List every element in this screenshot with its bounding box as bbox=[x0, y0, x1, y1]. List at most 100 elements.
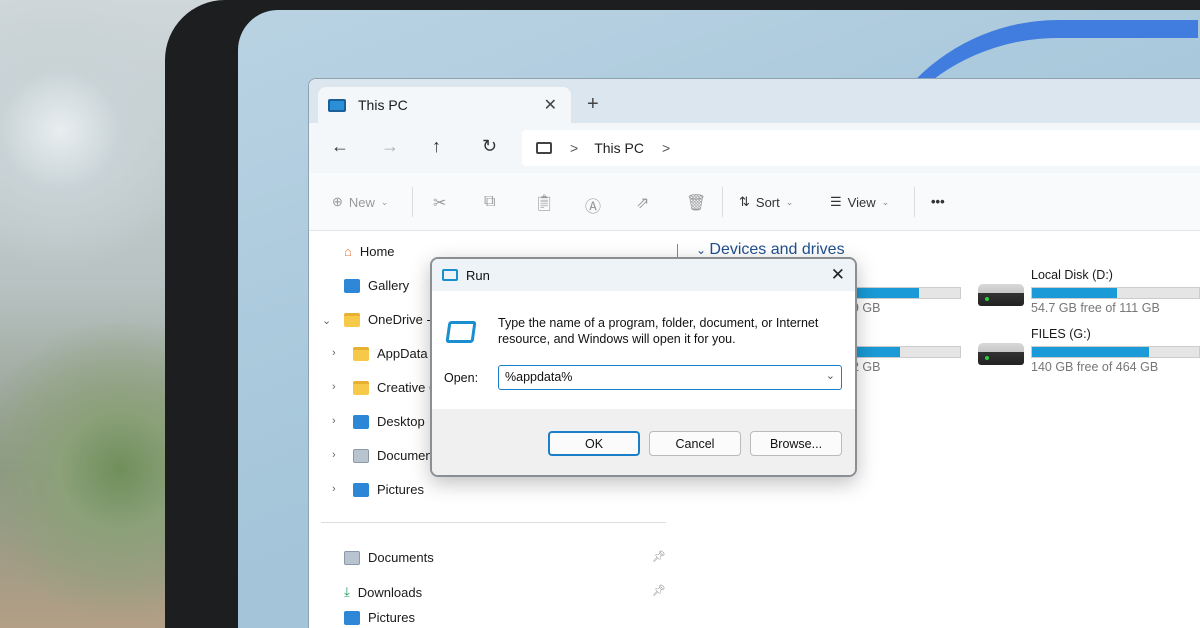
rename-icon[interactable]: Ⓐ bbox=[585, 193, 601, 217]
run-title: Run bbox=[466, 267, 490, 283]
refresh-button[interactable]: ↻ bbox=[482, 136, 497, 157]
chevron-down-icon[interactable]: ⌄ bbox=[826, 369, 835, 382]
up-button[interactable]: ↑ bbox=[432, 136, 441, 157]
drive-usage-fill bbox=[851, 288, 919, 298]
quick-access-documents[interactable]: Documents bbox=[344, 550, 434, 565]
chevron-down-icon[interactable]: ⌄ bbox=[322, 314, 331, 327]
label: Desktop bbox=[377, 414, 425, 429]
folder-icon bbox=[344, 312, 360, 327]
view-icon: ☰ bbox=[830, 194, 842, 209]
quick-access-pictures[interactable]: Pictures bbox=[344, 610, 415, 625]
hard-drive-icon[interactable] bbox=[978, 284, 1024, 306]
sidebar-item-onedrive[interactable]: OneDrive - bbox=[344, 312, 431, 327]
divider bbox=[722, 187, 723, 217]
gallery-icon bbox=[344, 278, 360, 293]
sidebar-item-creative[interactable]: Creative C bbox=[353, 380, 438, 395]
label: Gallery bbox=[368, 278, 410, 293]
label: Documents bbox=[368, 550, 434, 565]
home-icon: ⌂ bbox=[344, 244, 352, 259]
folder-icon bbox=[353, 380, 369, 395]
share-icon[interactable]: ⇗ bbox=[636, 193, 649, 213]
drive-usage-fill bbox=[1032, 288, 1118, 298]
run-footer: OK Cancel Browse... bbox=[432, 409, 855, 475]
chevron-right-icon[interactable]: › bbox=[332, 381, 336, 393]
sidebar-item-gallery[interactable]: Gallery bbox=[344, 278, 409, 293]
sidebar-item-documents[interactable]: Documen bbox=[353, 448, 433, 463]
run-description: Type the name of a program, folder, docu… bbox=[498, 316, 819, 346]
tab-bar: This PC ✕ + bbox=[309, 79, 1200, 123]
drive-usage-bar bbox=[850, 346, 961, 358]
computer-icon bbox=[536, 142, 552, 154]
label: AppData bbox=[377, 346, 428, 361]
open-label: Open: bbox=[444, 371, 479, 385]
sidebar-item-desktop[interactable]: Desktop bbox=[353, 414, 425, 429]
desktop-icon bbox=[353, 414, 369, 429]
label: Documen bbox=[377, 448, 433, 463]
copy-icon[interactable]: ⧉ bbox=[484, 193, 495, 211]
divider bbox=[412, 187, 413, 217]
documents-icon bbox=[344, 550, 360, 565]
ok-button[interactable]: OK bbox=[548, 431, 640, 456]
more-options-button[interactable]: ••• bbox=[931, 194, 945, 209]
new-tab-button[interactable]: + bbox=[587, 93, 599, 116]
breadcrumb-this-pc[interactable]: This PC bbox=[594, 140, 644, 156]
run-dialog: Run ✕ Type the name of a program, folder… bbox=[430, 257, 857, 477]
run-title-bar[interactable]: Run ✕ bbox=[432, 259, 855, 291]
divider bbox=[914, 187, 915, 217]
back-button[interactable]: ← bbox=[331, 136, 349, 157]
plus-circle-icon: ⊕ bbox=[332, 194, 343, 209]
address-bar[interactable]: > This PC > bbox=[522, 130, 1200, 166]
pin-icon[interactable]: 📌︎ bbox=[652, 550, 666, 563]
divider bbox=[321, 522, 666, 523]
quick-access-downloads[interactable]: ⤓ Downloads bbox=[344, 584, 422, 600]
open-input-value: %appdata% bbox=[505, 370, 573, 384]
command-bar: ⊕ New ⌄ ✂ ⧉ 📋︎ Ⓐ ⇗ 🗑︎ ⇅ Sort ⌄ ☰ View ⌄ ••• bbox=[309, 173, 1200, 231]
sort-icon: ⇅ bbox=[739, 194, 750, 209]
drive-usage-bar bbox=[1031, 346, 1200, 358]
drive-usage-fill bbox=[851, 347, 901, 357]
pictures-icon bbox=[353, 482, 369, 497]
delete-icon[interactable]: 🗑︎ bbox=[686, 193, 706, 213]
section-title: Devices and drives bbox=[709, 241, 845, 258]
drive-name-d[interactable]: Local Disk (D:) bbox=[1031, 268, 1113, 282]
sidebar-item-pictures[interactable]: Pictures bbox=[353, 482, 424, 497]
chevron-right-icon[interactable]: › bbox=[332, 483, 336, 495]
open-input[interactable]: %appdata% ⌄ bbox=[498, 365, 842, 390]
paste-icon[interactable]: 📋︎ bbox=[534, 193, 554, 213]
chevron-right-icon[interactable]: › bbox=[332, 347, 336, 359]
view-button[interactable]: ☰ View ⌄ bbox=[830, 194, 889, 210]
drive-name-g[interactable]: FILES (G:) bbox=[1031, 327, 1091, 341]
sidebar-item-appdata[interactable]: AppData bbox=[353, 346, 428, 361]
close-button[interactable]: ✕ bbox=[831, 265, 845, 285]
pin-icon[interactable]: 📌︎ bbox=[652, 584, 666, 597]
run-icon bbox=[442, 269, 458, 281]
label: Pictures bbox=[368, 610, 415, 625]
cancel-button[interactable]: Cancel bbox=[649, 431, 741, 456]
drive-free-text: 54.7 GB free of 111 GB bbox=[1031, 301, 1160, 315]
pictures-icon bbox=[344, 610, 360, 625]
forward-button[interactable]: → bbox=[381, 136, 399, 157]
close-tab-icon[interactable]: ✕ bbox=[544, 95, 557, 115]
sidebar-item-home[interactable]: ⌂ Home bbox=[344, 244, 395, 259]
computer-icon bbox=[328, 98, 346, 112]
hard-drive-icon[interactable] bbox=[978, 343, 1024, 365]
label: OneDrive - bbox=[368, 312, 431, 327]
breadcrumb-separator: > bbox=[570, 140, 579, 156]
download-icon: ⤓ bbox=[344, 584, 350, 599]
cut-icon[interactable]: ✂ bbox=[433, 193, 446, 213]
drive-usage-bar bbox=[1031, 287, 1200, 299]
documents-icon bbox=[353, 448, 369, 463]
tab-this-pc[interactable]: This PC ✕ bbox=[318, 87, 571, 123]
chevron-right-icon[interactable]: › bbox=[332, 449, 336, 461]
drive-usage-fill bbox=[1032, 347, 1149, 357]
tab-title: This PC bbox=[358, 97, 408, 113]
chevron-right-icon[interactable]: › bbox=[332, 415, 336, 427]
sort-button[interactable]: ⇅ Sort ⌄ bbox=[739, 194, 793, 210]
view-label: View bbox=[847, 194, 876, 210]
new-button[interactable]: ⊕ New ⌄ bbox=[332, 194, 388, 210]
browse-button[interactable]: Browse... bbox=[750, 431, 842, 456]
breadcrumb-separator[interactable]: > bbox=[662, 140, 670, 156]
label: Home bbox=[359, 244, 395, 259]
sort-label: Sort bbox=[755, 194, 780, 210]
new-label: New bbox=[348, 194, 375, 210]
